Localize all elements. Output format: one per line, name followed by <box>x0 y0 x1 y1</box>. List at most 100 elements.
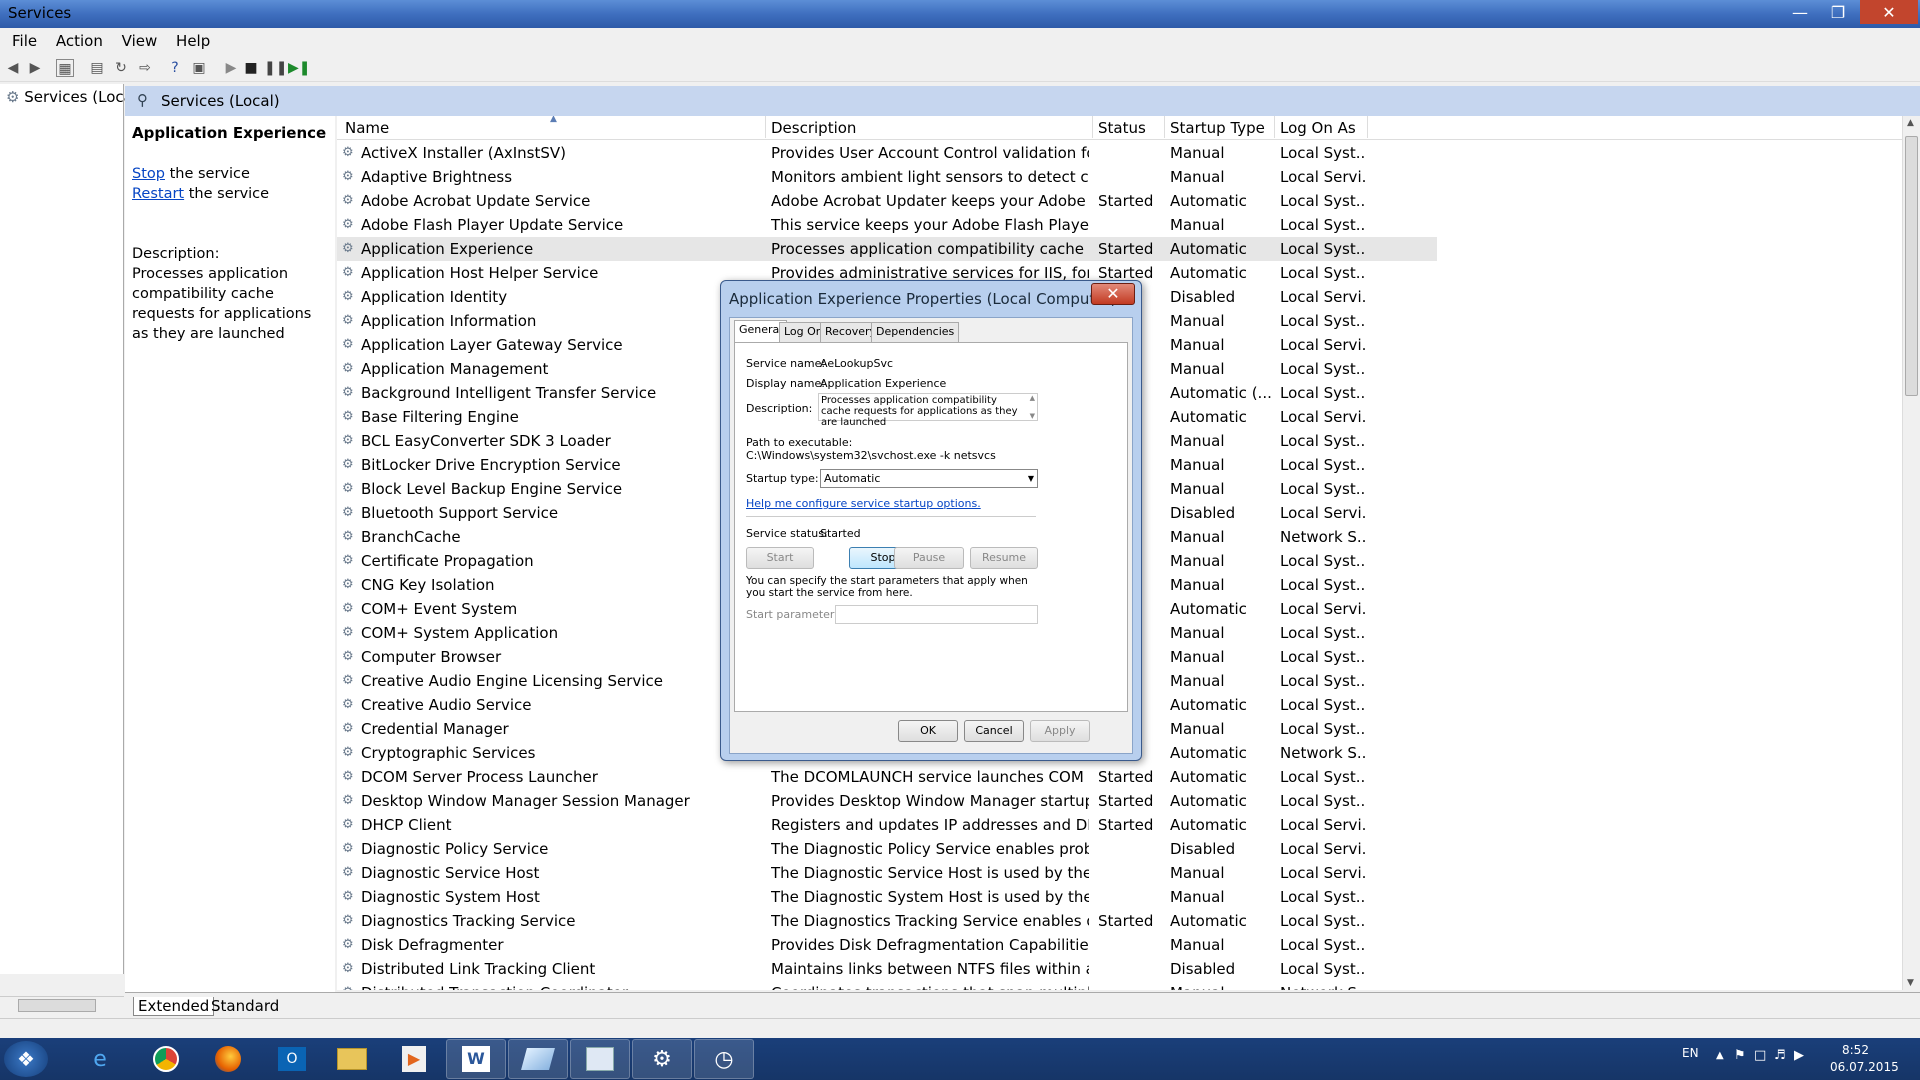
menu-view[interactable]: View <box>120 32 160 50</box>
tab-extended[interactable]: Extended <box>133 997 215 1016</box>
table-row[interactable]: ⚙ Disk Defragmenter Provides Disk Defragme… <box>337 933 1437 957</box>
console-icon[interactable]: ▣ <box>190 59 208 77</box>
table-row[interactable]: ⚙ Adobe Flash Player Update Service This s… <box>337 213 1437 237</box>
restart-link[interactable]: Restart <box>132 186 184 202</box>
startup-type-select[interactable]: Automatic ▼ <box>820 469 1038 488</box>
apply-button[interactable]: Apply <box>1030 720 1090 742</box>
file-explorer-icon[interactable] <box>322 1039 382 1079</box>
selected-service-title: Application Experience <box>132 124 327 142</box>
service-gear-icon: ⚙ <box>342 338 354 352</box>
table-row[interactable]: ⚙ DHCP Client Registers and updates IP add… <box>337 813 1437 837</box>
table-row[interactable]: ⚙ Diagnostic Service Host The Diagnostic S… <box>337 861 1437 885</box>
service-log-on-as: Local Syst... <box>1280 696 1366 714</box>
table-row[interactable]: ⚙ Application Experience Processes applica… <box>337 237 1437 261</box>
minimize-button[interactable]: — <box>1782 0 1818 24</box>
start-button[interactable]: Start <box>746 547 814 569</box>
tree-item-label: Services (Loca <box>24 88 133 106</box>
menu-help[interactable]: Help <box>174 32 212 50</box>
outlook-icon[interactable]: O <box>262 1039 322 1079</box>
back-icon[interactable]: ◀ <box>4 59 22 77</box>
scroll-thumb[interactable] <box>1905 136 1918 396</box>
forward-icon[interactable]: ▶ <box>26 59 44 77</box>
column-startup-type[interactable]: Startup Type <box>1170 119 1265 137</box>
ok-button[interactable]: OK <box>898 720 958 742</box>
service-name: COM+ System Application <box>361 624 559 642</box>
flag-icon[interactable]: ⚑ <box>1734 1048 1746 1063</box>
show-hidden-icons-icon[interactable]: ▲ <box>1716 1050 1724 1061</box>
stop-icon[interactable]: ■ <box>242 59 260 77</box>
window-title: Services <box>8 4 72 22</box>
volume-icon[interactable]: ♬ <box>1774 1048 1786 1063</box>
tab-standard[interactable]: Standard <box>211 997 279 1015</box>
menu-action[interactable]: Action <box>54 32 105 50</box>
table-row[interactable]: ⚙ DCOM Server Process Launcher The DCOMLAU… <box>337 765 1437 789</box>
network-icon[interactable]: □ <box>1754 1048 1766 1063</box>
service-startup-type: Automatic <box>1170 408 1247 426</box>
play-icon[interactable]: ▶ <box>222 59 240 77</box>
scroll-thumb[interactable] <box>18 999 96 1012</box>
help-icon[interactable]: ? <box>166 59 184 77</box>
refresh-icon[interactable]: ↻ <box>112 59 130 77</box>
service-log-on-as: Local Servi... <box>1280 288 1366 306</box>
resume-button[interactable]: Resume <box>970 547 1038 569</box>
media-player-icon[interactable]: ▶ <box>384 1039 444 1079</box>
restart-icon[interactable]: ▶❚ <box>288 59 311 77</box>
start-parameters-input[interactable] <box>835 605 1038 624</box>
firefox-icon[interactable] <box>198 1039 258 1079</box>
table-row[interactable]: ⚙ Adaptive Brightness Monitors ambient lig… <box>337 165 1437 189</box>
table-row[interactable]: ⚙ Distributed Transaction Coordinator Coor… <box>337 981 1437 990</box>
export-icon[interactable]: ⇨ <box>136 59 154 77</box>
tab-dependencies[interactable]: Dependencies <box>871 322 960 342</box>
control-panel-icon[interactable] <box>570 1039 630 1079</box>
properties-icon[interactable]: ▤ <box>88 59 106 77</box>
show-tree-icon[interactable]: ▦ <box>56 59 74 77</box>
list-vertical-scrollbar[interactable]: ▲ ▼ <box>1902 116 1920 990</box>
notepad-icon[interactable] <box>508 1039 568 1079</box>
clock-app-icon[interactable]: ◷ <box>694 1039 754 1079</box>
service-startup-type: Disabled <box>1170 288 1236 306</box>
help-configure-link[interactable]: Help me configure service startup option… <box>746 497 981 510</box>
menu-file[interactable]: File <box>10 32 39 50</box>
close-button[interactable]: ✕ <box>1860 0 1918 24</box>
maximize-button[interactable]: ❐ <box>1820 0 1856 24</box>
tree-horizontal-scrollbar[interactable] <box>0 996 124 1014</box>
table-row[interactable]: ⚙ Diagnostics Tracking Service The Diagnos… <box>337 909 1437 933</box>
service-log-on-as: Local Servi... <box>1280 168 1366 186</box>
service-name: Block Level Backup Engine Service <box>361 480 623 498</box>
dialog-close-button[interactable]: ✕ <box>1091 283 1135 305</box>
pause-button[interactable]: Pause <box>894 547 964 569</box>
services-gear-icon[interactable]: ⚙ <box>632 1039 692 1079</box>
description-box[interactable]: Processes application compatibility cach… <box>818 393 1038 428</box>
table-row[interactable]: ⚙ Distributed Link Tracking Client Maintai… <box>337 957 1437 981</box>
service-log-on-as: Local Syst... <box>1280 192 1366 210</box>
start-button[interactable]: ❖ <box>4 1041 48 1077</box>
chrome-icon[interactable] <box>136 1039 196 1079</box>
column-header: Name ▲ Description Status Startup Type L… <box>337 116 1902 140</box>
service-name-value: AeLookupSvc <box>820 357 894 370</box>
service-startup-type: Manual <box>1170 936 1225 954</box>
service-gear-icon: ⚙ <box>342 554 354 568</box>
action-center-icon[interactable]: ▶ <box>1794 1048 1804 1063</box>
clock-date[interactable]: 06.07.2015 <box>1830 1060 1899 1074</box>
column-description[interactable]: Description <box>771 119 856 137</box>
clock-time[interactable]: 8:52 <box>1842 1043 1869 1057</box>
internet-explorer-icon[interactable]: e <box>70 1039 130 1079</box>
language-indicator[interactable]: EN <box>1682 1046 1699 1060</box>
table-row[interactable]: ⚙ Diagnostic System Host The Diagnostic Sy… <box>337 885 1437 909</box>
column-log-on-as[interactable]: Log On As <box>1280 119 1356 137</box>
column-status[interactable]: Status <box>1098 119 1146 137</box>
table-row[interactable]: ⚙ ActiveX Installer (AxInstSV) Provides Us… <box>337 141 1437 165</box>
stop-link[interactable]: Stop <box>132 166 165 182</box>
table-row[interactable]: ⚙ Adobe Acrobat Update Service Adobe Acrob… <box>337 189 1437 213</box>
cancel-button[interactable]: Cancel <box>964 720 1024 742</box>
tree-item-services[interactable]: ⚙ Services (Loca <box>6 88 133 106</box>
dialog-body: General Log On Recovery Dependencies Ser… <box>729 317 1133 754</box>
service-description: Provides Disk Defragmentation Capabiliti… <box>771 936 1089 954</box>
word-icon[interactable]: W <box>446 1039 506 1079</box>
table-row[interactable]: ⚙ Desktop Window Manager Session Manager P… <box>337 789 1437 813</box>
service-gear-icon: ⚙ <box>342 506 354 520</box>
pause-icon[interactable]: ❚❚ <box>264 59 287 77</box>
description-text: Processes application compatibility cach… <box>821 395 1018 428</box>
table-row[interactable]: ⚙ Diagnostic Policy Service The Diagnostic… <box>337 837 1437 861</box>
column-name[interactable]: Name <box>345 119 389 137</box>
